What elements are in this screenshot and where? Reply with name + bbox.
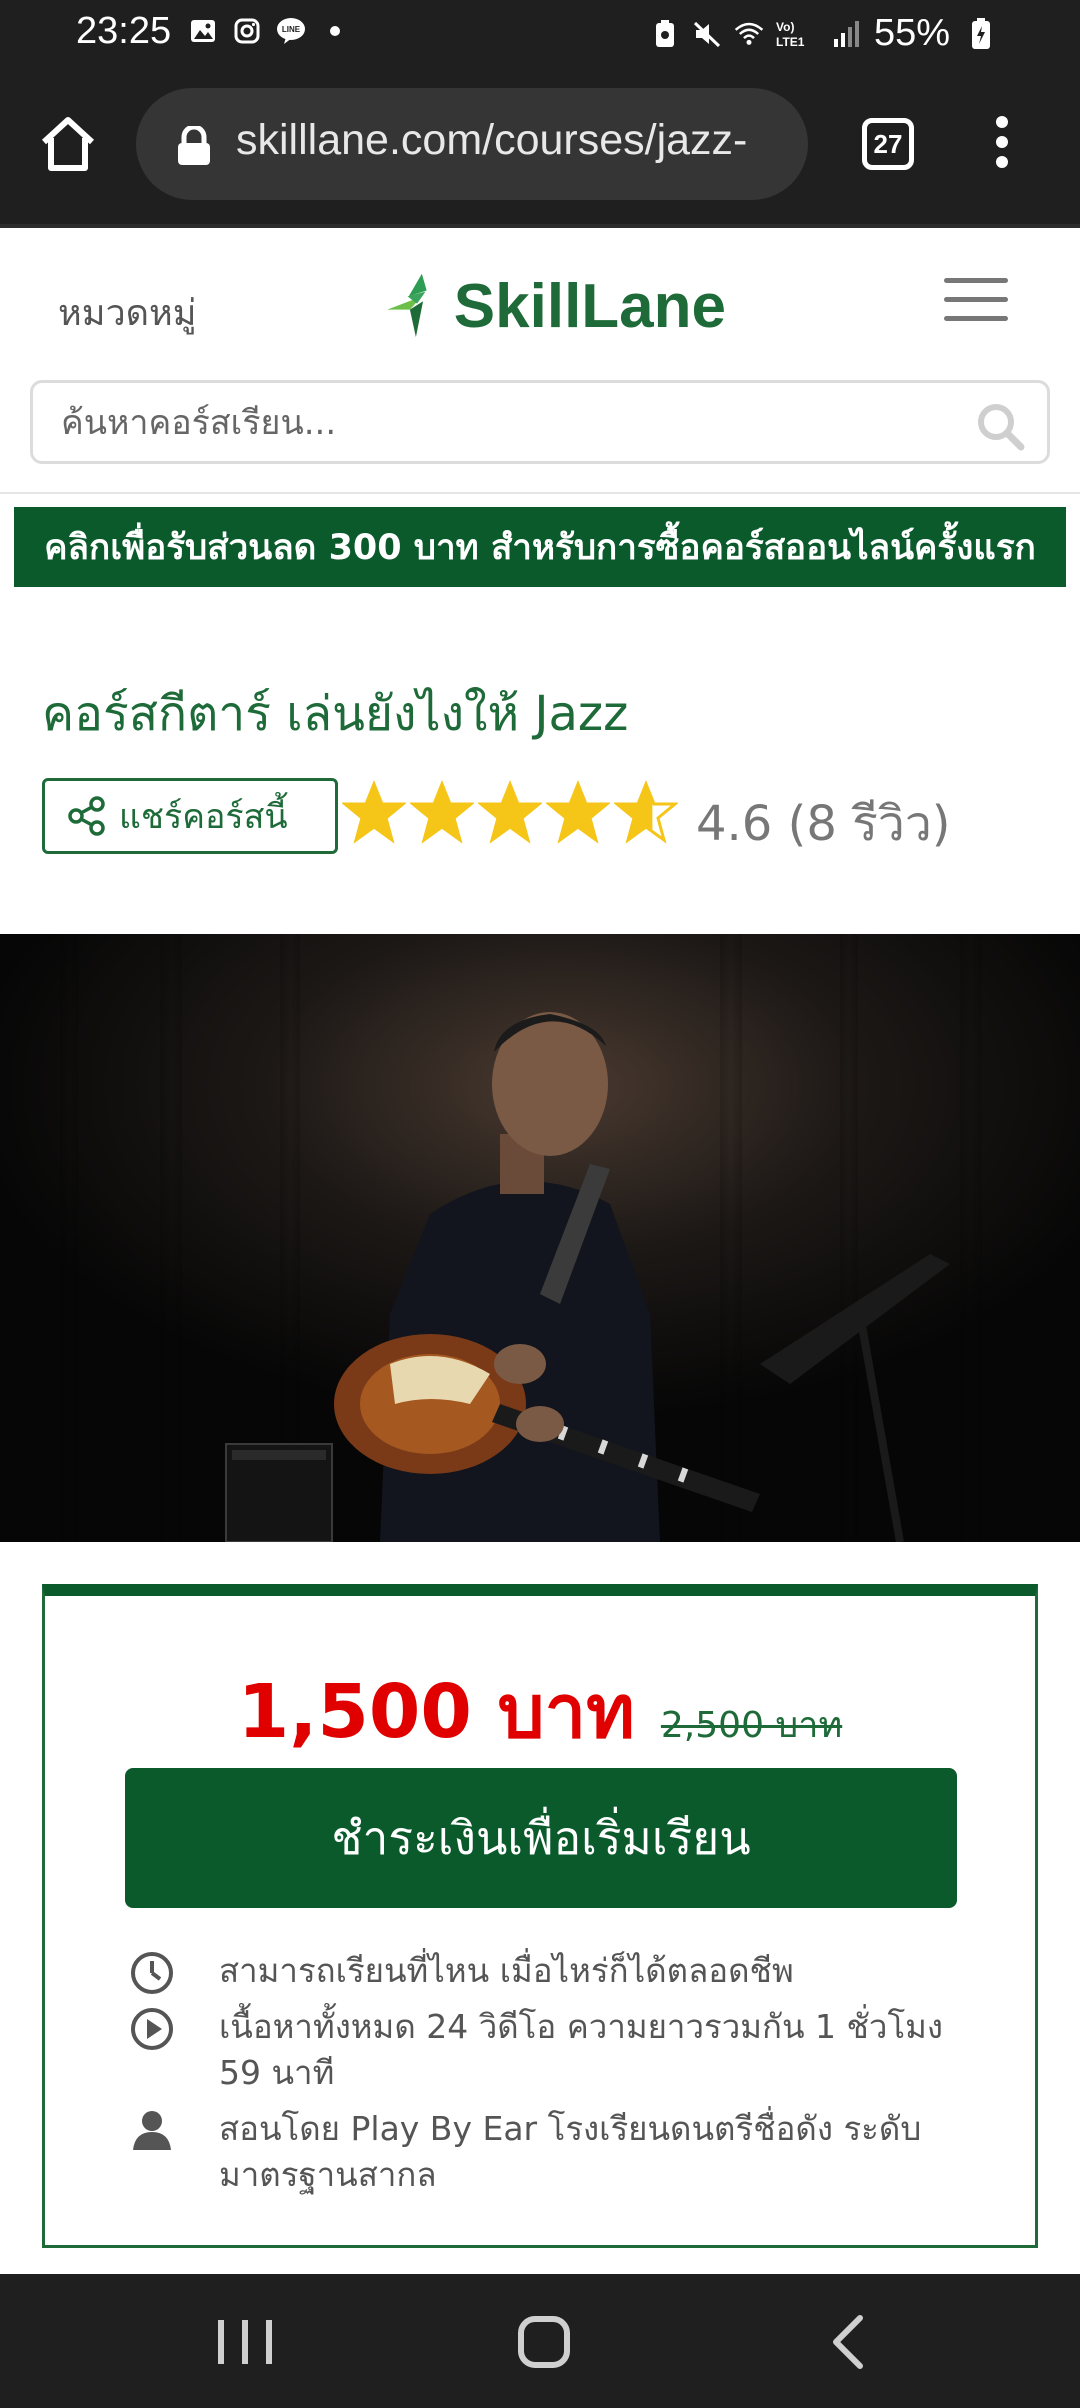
dot-icon: [320, 16, 350, 46]
home-nav-icon[interactable]: [516, 2314, 572, 2370]
categories-link[interactable]: หมวดหมู่: [58, 284, 197, 341]
battery-icon: [966, 17, 996, 49]
logo-mark-icon: [387, 273, 427, 338]
rating-stars: [342, 778, 682, 846]
instagram-icon: [232, 16, 262, 46]
play-circle-icon: [131, 2008, 173, 2050]
promo-banner[interactable]: คลิกเพื่อรับส่วนลด 300 บาท สำหรับการซื้อ…: [14, 507, 1066, 587]
menu-dot: [996, 136, 1008, 148]
status-bar: 23:25 LINE Vo) LTE1 55%: [0, 0, 1080, 66]
rating-text: 4.6 (8 รีวิว): [696, 796, 951, 852]
battery-percent: 55%: [873, 12, 950, 54]
tab-switcher-button[interactable]: 27: [862, 118, 914, 170]
course-features: สามารถเรียนที่ไหน เมื่อไหร่ก็ได้ตลอดชีพ …: [129, 1948, 969, 2208]
menu-dot: [996, 116, 1008, 128]
system-navigation-bar: [0, 2274, 1080, 2408]
gallery-icon: [188, 16, 218, 46]
feature-text: สามารถเรียนที่ไหน เมื่อไหร่ก็ได้ตลอดชีพ: [219, 1951, 794, 1990]
feature-text: สอนโดย Play By Ear โรงเรียนดนตรีชื่อดัง …: [219, 2109, 922, 2194]
star-full-icon: [410, 780, 474, 844]
site-header: หมวดหมู่ SkillLane: [0, 224, 1080, 494]
recent-apps-icon[interactable]: [214, 2316, 276, 2368]
hamburger-line: [944, 316, 1008, 321]
course-video-thumbnail[interactable]: [0, 934, 1080, 1542]
share-course-button[interactable]: แชร์คอร์สนี้: [42, 778, 338, 854]
mute-icon: [692, 19, 722, 49]
notification-icons: LINE: [188, 16, 350, 46]
current-price: 1,500 บาท: [237, 1669, 635, 1755]
share-icon: [68, 796, 105, 836]
back-icon[interactable]: [828, 2312, 868, 2372]
svg-text:LTE1: LTE1: [776, 35, 805, 49]
feature-text: เนื้อหาทั้งหมด 24 วิดีโอ ความยาวรวมกัน 1…: [219, 2007, 944, 2092]
recycle-icon: [650, 19, 680, 49]
svg-text:LINE: LINE: [282, 25, 301, 34]
status-time: 23:25: [76, 10, 172, 52]
home-icon: [41, 117, 95, 171]
lte-icon: Vo) LTE1: [776, 19, 820, 49]
svg-text:Vo): Vo): [776, 20, 794, 34]
star-full-icon: [546, 780, 610, 844]
signal-icon: [832, 19, 862, 49]
price-row: 1,500 บาท 2,500 บาท: [45, 1652, 1035, 1770]
clock-icon: [131, 1952, 173, 1994]
guitarist-image: [0, 934, 1080, 1542]
hamburger-line: [944, 297, 1008, 302]
user-icon: [133, 2111, 171, 2150]
logo-text: SkillLane: [453, 271, 726, 341]
feature-item: เนื้อหาทั้งหมด 24 วิดีโอ ความยาวรวมกัน 1…: [129, 2004, 969, 2096]
address-bar[interactable]: skilllane.com/courses/jazz-: [136, 88, 808, 200]
star-full-icon: [342, 780, 406, 844]
feature-item: สอนโดย Play By Ear โรงเรียนดนตรีชื่อดัง …: [129, 2106, 969, 2198]
search-icon[interactable]: [975, 401, 1025, 451]
wifi-icon: [734, 19, 764, 49]
hamburger-line: [944, 278, 1008, 283]
search-input[interactable]: [61, 397, 961, 449]
original-price: 2,500 บาท: [660, 1705, 843, 1746]
url-text: skilllane.com/courses/jazz-: [236, 116, 748, 164]
star-half-icon: [614, 780, 678, 844]
system-icons: Vo) LTE1 55%: [650, 12, 996, 55]
checkout-button[interactable]: ชำระเงินเพื่อเริ่มเรียน: [125, 1768, 957, 1908]
line-icon: LINE: [276, 16, 306, 46]
feature-item: สามารถเรียนที่ไหน เมื่อไหร่ก็ได้ตลอดชีพ: [129, 1948, 969, 1994]
price-card: 1,500 บาท 2,500 บาท ชำระเงินเพื่อเริ่มเร…: [42, 1584, 1038, 2248]
course-title: คอร์สกีตาร์ เล่นยังไงให้ Jazz: [42, 686, 629, 742]
menu-dot: [996, 156, 1008, 168]
browser-menu-button[interactable]: [984, 116, 1020, 176]
share-label: แชร์คอร์สนี้: [119, 798, 288, 836]
search-box: [30, 380, 1050, 464]
star-full-icon: [478, 780, 542, 844]
browser-home-button[interactable]: [36, 112, 100, 176]
skilllane-logo[interactable]: SkillLane: [386, 250, 726, 362]
lock-icon: [178, 126, 210, 165]
browser-toolbar: skilllane.com/courses/jazz- 27: [0, 66, 1080, 224]
hamburger-menu-button[interactable]: [944, 278, 1008, 326]
